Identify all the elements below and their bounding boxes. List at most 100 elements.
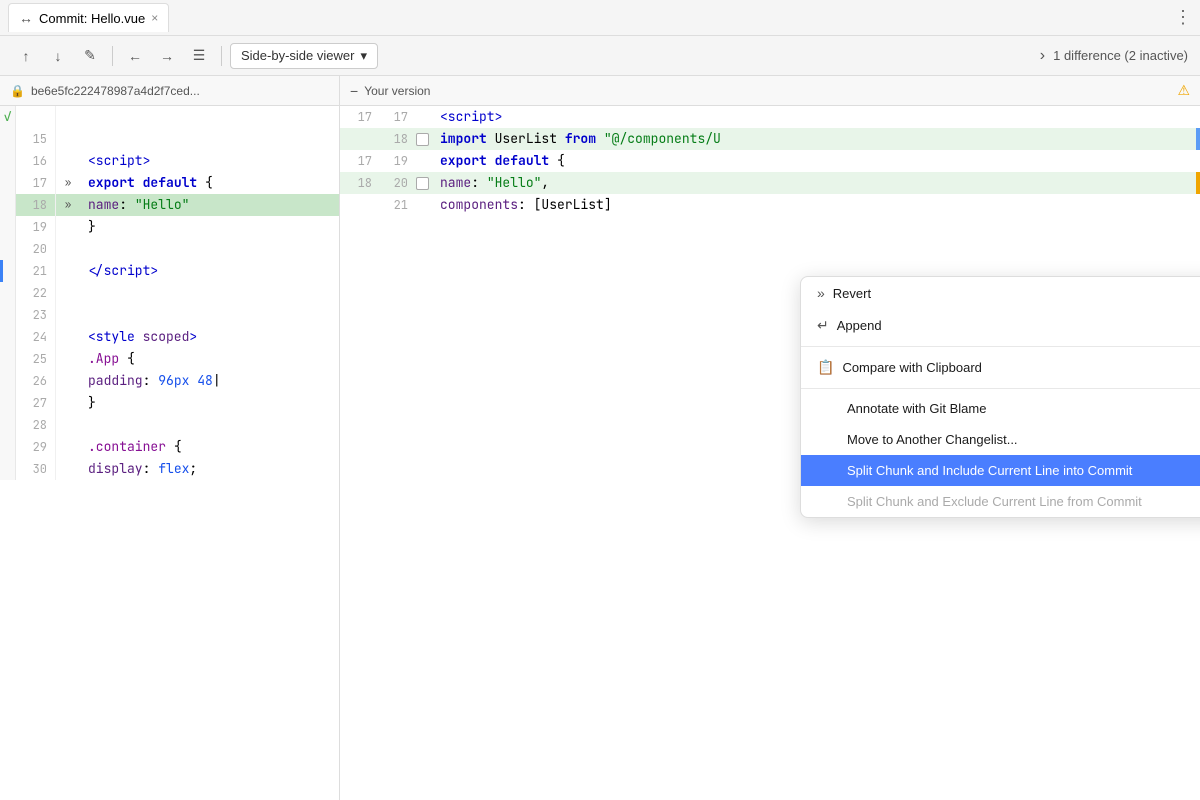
edit-button[interactable]: ✎ xyxy=(76,42,104,70)
left-gutter xyxy=(0,458,16,480)
left-panel: 🔒 be6e5fc222478987a4d2f7ced... ✓ 15 xyxy=(0,76,340,800)
viewer-dropdown[interactable]: Side-by-side viewer ▾ xyxy=(230,43,378,69)
line-number: 18 xyxy=(16,194,56,216)
tab-close-button[interactable]: × xyxy=(151,11,158,25)
menu-item-left: Annotate with Git Blame xyxy=(817,401,986,416)
line-content: <script> xyxy=(432,106,1196,128)
commit-hash: be6e5fc222478987a4d2f7ced... xyxy=(31,84,200,98)
right-panel-header: − Your version ⚠ xyxy=(340,76,1200,106)
menu-item-split-include[interactable]: Split Chunk and Include Current Line int… xyxy=(801,455,1200,486)
line-number-orig xyxy=(340,194,376,216)
line-content xyxy=(80,238,339,260)
menu-separator-2 xyxy=(801,388,1200,389)
line-number-new: 20 xyxy=(376,172,412,194)
line-number-orig: 17 xyxy=(340,150,376,172)
left-gutter xyxy=(0,282,16,304)
left-gutter xyxy=(0,414,16,436)
left-panel-header: 🔒 be6e5fc222478987a4d2f7ced... xyxy=(0,76,339,106)
line-content: import UserList from "@/components/U xyxy=(432,128,1196,150)
line-arrow xyxy=(56,238,80,260)
checkbox[interactable] xyxy=(416,177,429,190)
checkbox[interactable] xyxy=(416,133,429,146)
right-gutter xyxy=(1196,150,1200,172)
menu-item-left: » Revert xyxy=(817,285,871,301)
list-button[interactable]: ☰ xyxy=(185,42,213,70)
menu-item-git-blame[interactable]: Annotate with Git Blame xyxy=(801,393,1200,424)
table-row: 18 » name: "Hello" xyxy=(0,194,339,216)
line-content: <style scoped> xyxy=(80,326,339,348)
left-gutter xyxy=(0,150,16,172)
table-row: 26 padding: 96px 48| xyxy=(0,370,339,392)
line-number-orig: 17 xyxy=(340,106,376,128)
line-content: name: "Hello" xyxy=(80,194,339,216)
left-gutter xyxy=(0,326,16,348)
table-row: ✓ xyxy=(0,106,339,128)
line-arrow xyxy=(56,392,80,414)
line-checkbox[interactable] xyxy=(412,106,432,128)
viewer-label: Side-by-side viewer xyxy=(241,48,354,63)
line-arrow xyxy=(56,348,80,370)
line-arrow: » xyxy=(56,194,80,216)
line-content xyxy=(80,106,339,128)
table-row: 18 import UserList from "@/components/U xyxy=(340,128,1200,150)
line-content xyxy=(80,282,339,304)
table-row: 18 20 name: "Hello", xyxy=(340,172,1200,194)
line-checkbox[interactable] xyxy=(412,150,432,172)
line-number: 27 xyxy=(16,392,56,414)
toolbar: ↑ ↓ ✎ ← → ☰ Side-by-side viewer ▾ › 1 di… xyxy=(0,36,1200,76)
collapse-icon: − xyxy=(350,83,358,99)
left-gutter xyxy=(0,348,16,370)
menu-item-split-exclude: Split Chunk and Exclude Current Line fro… xyxy=(801,486,1200,517)
revert-icon: » xyxy=(817,285,825,301)
line-number: 16 xyxy=(16,150,56,172)
prev-diff-button[interactable]: ↑ xyxy=(12,42,40,70)
back-button[interactable]: ← xyxy=(121,42,149,70)
line-checkbox[interactable] xyxy=(412,194,432,216)
line-arrow xyxy=(56,458,80,480)
menu-item-compare-clipboard[interactable]: 📋 Compare with Clipboard xyxy=(801,351,1200,384)
toolbar-right: › 1 difference (2 inactive) xyxy=(1040,47,1188,65)
line-checkbox[interactable] xyxy=(412,172,432,194)
line-arrow xyxy=(56,326,80,348)
tab-more-button[interactable]: ⋮ xyxy=(1174,7,1192,28)
line-number-new: 19 xyxy=(376,150,412,172)
menu-separator xyxy=(801,346,1200,347)
table-row: 16 <script> xyxy=(0,150,339,172)
table-row: 17 17 <script> xyxy=(340,106,1200,128)
nav-arrow-icon: › xyxy=(1040,47,1045,65)
left-gutter xyxy=(0,238,16,260)
table-row: 19 } xyxy=(0,216,339,238)
checkmark-icon: ✓ xyxy=(3,106,12,128)
line-arrow xyxy=(56,304,80,326)
toolbar-left: ↑ ↓ ✎ ← → ☰ Side-by-side viewer ▾ xyxy=(12,42,378,70)
line-arrow: » xyxy=(56,172,80,194)
line-number: 30 xyxy=(16,458,56,480)
right-gutter xyxy=(1196,194,1200,216)
line-number-orig xyxy=(340,128,376,150)
line-number: 28 xyxy=(16,414,56,436)
tab-commit-hello[interactable]: ↔ Commit: Hello.vue × xyxy=(8,3,169,32)
forward-button[interactable]: → xyxy=(153,42,181,70)
line-number: 15 xyxy=(16,128,56,150)
right-panel: − Your version ⚠ 17 17 <script> 18 impor… xyxy=(340,76,1200,800)
line-content: export default { xyxy=(80,172,339,194)
table-row: 28 xyxy=(0,414,339,436)
menu-item-revert[interactable]: » Revert ^⌘→ xyxy=(801,277,1200,309)
line-number: 20 xyxy=(16,238,56,260)
line-number-orig: 18 xyxy=(340,172,376,194)
line-arrow xyxy=(56,128,80,150)
next-diff-button[interactable]: ↓ xyxy=(44,42,72,70)
right-gutter-diff xyxy=(1196,128,1200,150)
line-arrow xyxy=(56,106,80,128)
menu-item-left: Split Chunk and Exclude Current Line fro… xyxy=(817,494,1142,509)
menu-item-append[interactable]: ↵ Append xyxy=(801,309,1200,342)
line-content: padding: 96px 48| xyxy=(80,370,339,392)
menu-item-changelist[interactable]: Move to Another Changelist... ⇧⌘M xyxy=(801,424,1200,455)
line-number: 17 xyxy=(16,172,56,194)
line-checkbox[interactable] xyxy=(412,128,432,150)
dropdown-arrow-icon: ▾ xyxy=(360,48,367,64)
line-number-new: 18 xyxy=(376,128,412,150)
table-row: 22 xyxy=(0,282,339,304)
left-gutter xyxy=(0,370,16,392)
toolbar-divider xyxy=(112,46,113,66)
